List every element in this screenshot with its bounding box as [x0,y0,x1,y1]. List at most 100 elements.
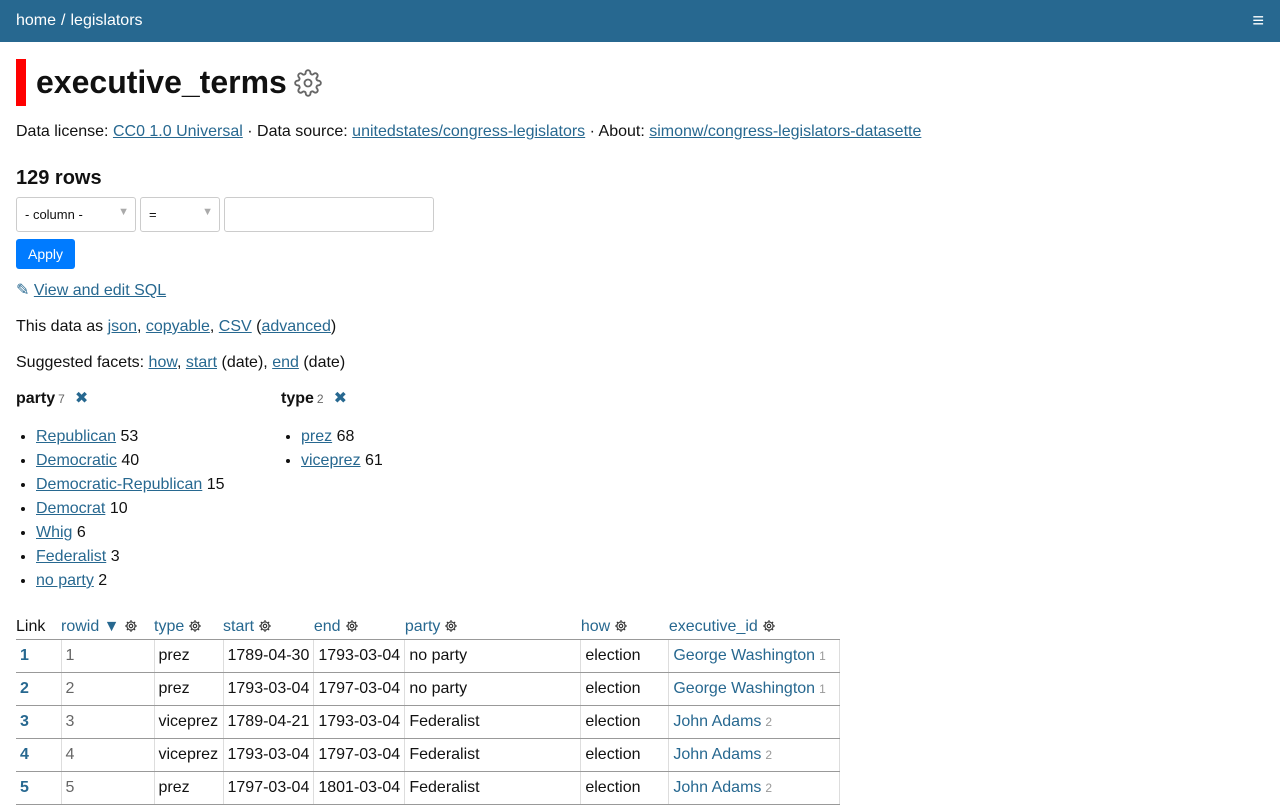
breadcrumb: home / legislators [16,12,143,30]
close-icon[interactable]: ✖ [334,390,347,407]
sort-executive-id-link[interactable]: executive_id [669,618,758,635]
cell-start: 1789-04-21 [223,705,315,739]
cell-end: 1793-03-04 [313,705,406,739]
facet-item-link[interactable]: Democratic [36,452,117,469]
operator-select-value: = [149,207,157,222]
caret-down-icon: ▼ [202,206,213,218]
close-icon[interactable]: ✖ [75,390,88,407]
facet-item-link[interactable]: prez [301,428,332,445]
facet-header: party 7 ✖ [16,389,281,409]
executive-link[interactable]: George Washington [673,680,815,697]
executive-id-value: 1 [819,648,826,663]
suggested-facets: Suggested facets: how, start (date), end… [16,354,346,371]
cell-executive-id: George Washington 1 [668,672,841,706]
metadata-line: Data license: CC0 1.0 Universal · Data s… [16,122,1264,142]
column-select[interactable]: - column - ▼ [16,197,136,232]
sort-start-link[interactable]: start [223,618,254,635]
executive-link[interactable]: John Adams [673,713,761,730]
hamburger-icon[interactable]: ≡ [1252,11,1264,31]
row-link[interactable]: 2 [20,680,29,697]
export-prefix: This data as [16,318,104,335]
cell-party: Federalist [404,771,582,805]
breadcrumb-home-link[interactable]: home [16,12,56,29]
cell-link: 3 [16,705,62,739]
sort-type-link[interactable]: type [154,618,184,635]
row-link[interactable]: 4 [20,746,29,763]
facet-item-count: 6 [76,524,86,541]
gear-icon[interactable] [124,619,138,633]
view-edit-sql-link[interactable]: View and edit SQL [34,282,166,299]
facet-item-count: 61 [365,452,383,469]
filter-value-input[interactable] [224,197,434,232]
about-link[interactable]: simonw/congress-legislators-datasette [649,123,921,140]
cell-link: 2 [16,672,62,706]
license-label: Data license: [16,123,109,140]
table-color-bar [16,59,26,106]
source-label: · Data source: [247,123,348,140]
facet-list: prez 68 viceprez 61 [281,425,546,473]
suggest-end-link[interactable]: end [272,354,299,371]
cell-type: prez [154,771,224,805]
executive-id-value: 1 [819,681,826,696]
cell-start: 1797-03-04 [223,771,315,805]
executive-link[interactable]: John Adams [673,746,761,763]
top-nav-bar: home / legislators ≡ [0,0,1280,42]
facet-item: viceprez 61 [301,449,546,473]
facet-item-link[interactable]: Federalist [36,548,106,565]
cell-type: viceprez [154,738,224,772]
cell-rowid: 3 [61,705,155,739]
cell-how: election [580,738,670,772]
cell-end: 1793-03-04 [313,639,406,673]
apply-button[interactable]: Apply [16,239,76,269]
column-header-party: party [404,614,581,640]
facet-item-count: 15 [206,476,225,493]
sql-link-row: ✎ View and edit SQL [16,281,1264,301]
cell-type: prez [154,672,224,706]
table-row: 5 5 prez 1797-03-04 1801-03-04 Federalis… [16,771,841,805]
facet-item-link[interactable]: Democratic-Republican [36,476,202,493]
gear-icon[interactable] [345,619,359,633]
cell-end: 1801-03-04 [313,771,406,805]
json-link[interactable]: json [108,318,137,335]
suggest-how-link[interactable]: how [149,354,177,371]
facet-item-link[interactable]: Republican [36,428,116,445]
row-link[interactable]: 1 [20,647,29,664]
facet-count: 2 [316,392,324,406]
gear-icon[interactable] [188,619,202,633]
facet-item-count: 68 [336,428,355,445]
copyable-link[interactable]: copyable [146,318,210,335]
suggest-start-link[interactable]: start [186,354,217,371]
executive-link[interactable]: George Washington [673,647,815,664]
operator-select[interactable]: = ▼ [140,197,220,232]
cell-executive-id: George Washington 1 [668,639,841,673]
cell-link: 1 [16,639,62,673]
row-link[interactable]: 3 [20,713,29,730]
sort-end-link[interactable]: end [314,618,341,635]
executive-link[interactable]: John Adams [673,779,761,796]
gear-icon[interactable] [258,619,272,633]
facet-item-link[interactable]: viceprez [301,452,361,469]
license-link[interactable]: CC0 1.0 Universal [113,123,243,140]
row-link[interactable]: 5 [20,779,29,796]
gear-icon[interactable] [614,619,628,633]
column-select-value: - column - [25,207,83,222]
sort-party-link[interactable]: party [405,618,441,635]
facet-item-link[interactable]: no party [36,572,94,589]
gear-icon[interactable] [762,619,776,633]
facet-item-link[interactable]: Whig [36,524,72,541]
facet-item: Democratic-Republican 15 [36,473,281,497]
cell-party: Federalist [404,738,582,772]
breadcrumb-database-link[interactable]: legislators [70,12,142,29]
sort-rowid-link[interactable]: rowid ▼ [61,618,120,635]
gear-icon[interactable] [293,68,323,98]
gear-icon[interactable] [444,619,458,633]
advanced-link[interactable]: advanced [261,318,330,335]
pencil-icon: ✎ [16,282,30,299]
cell-executive-id: John Adams 2 [668,771,841,805]
source-link[interactable]: unitedstates/congress-legislators [352,123,585,140]
sort-how-link[interactable]: how [581,618,610,635]
executive-id-value: 2 [765,714,773,729]
csv-link[interactable]: CSV [219,318,252,335]
facet-item-link[interactable]: Democrat [36,500,105,517]
facet-name: type [281,390,314,407]
